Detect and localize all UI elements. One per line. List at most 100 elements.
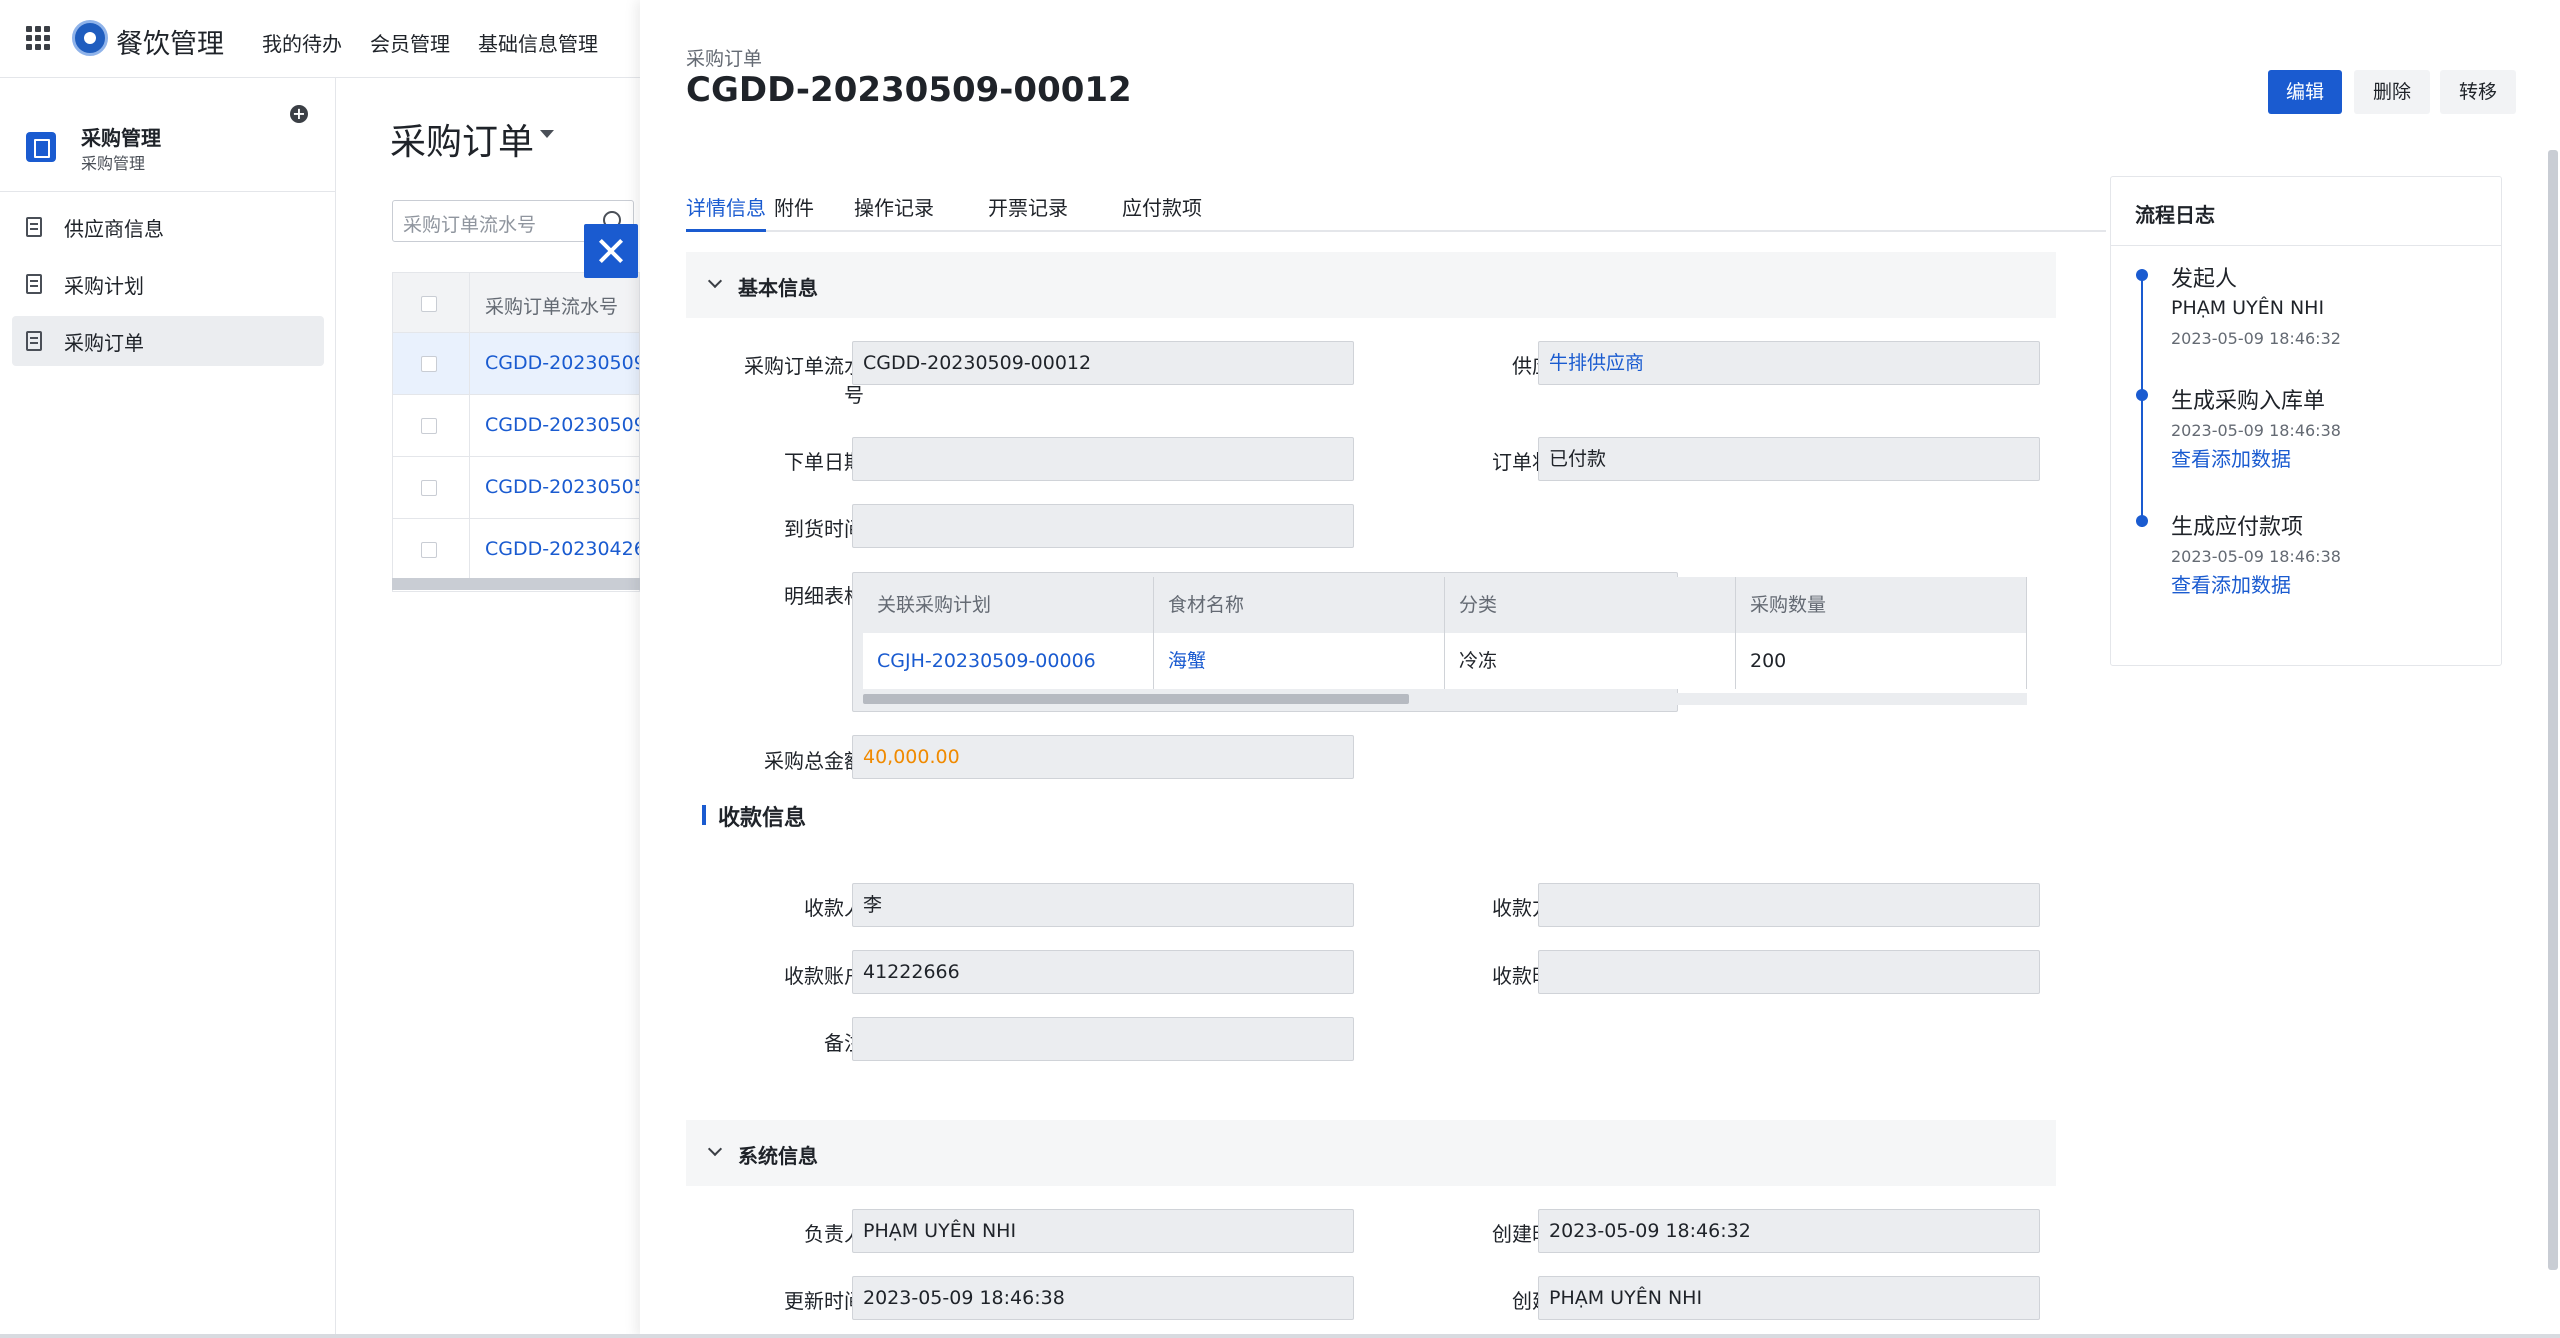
order-link[interactable]: CGDD-20230426... bbox=[485, 538, 639, 560]
category-cell: 冷冻 bbox=[1445, 633, 1736, 689]
arrival-time-field[interactable] bbox=[852, 504, 1354, 548]
log-entry-title: 发起人 bbox=[2171, 267, 2238, 292]
section-payee-info: 收款信息 bbox=[718, 806, 807, 831]
order-link[interactable]: CGDD-20230505- bbox=[485, 476, 639, 498]
created-time-field[interactable]: 2023-05-09 18:46:32 bbox=[1538, 1209, 2040, 1253]
table-row[interactable]: CGDD-20230509... bbox=[393, 395, 639, 457]
payee-label: 收款人 bbox=[804, 896, 864, 920]
payment-method-field[interactable] bbox=[1538, 883, 2040, 927]
delete-button[interactable]: 删除 bbox=[2354, 70, 2430, 114]
process-log-panel: 流程日志 发起人 PHẠM UYÊN NHI 2023-05-09 18:46:… bbox=[2110, 176, 2502, 666]
row-checkbox[interactable] bbox=[421, 480, 437, 496]
add-icon[interactable]: + bbox=[290, 105, 308, 123]
sidebar-item-orders[interactable]: 采购订单 bbox=[12, 316, 324, 366]
sidebar-item-plans[interactable]: 采购计划 bbox=[12, 259, 324, 309]
close-icon[interactable] bbox=[584, 224, 638, 278]
total-amount-field[interactable]: 40,000.00 bbox=[852, 735, 1354, 779]
payee-account-field[interactable]: 41222666 bbox=[852, 950, 1354, 994]
tab-attachments[interactable]: 附件 bbox=[774, 192, 814, 232]
list-scrollbar[interactable] bbox=[392, 578, 640, 590]
tab-invoices[interactable]: 开票记录 bbox=[988, 192, 1068, 232]
note-label: 备注 bbox=[824, 1031, 864, 1055]
order-status-field[interactable]: 已付款 bbox=[1538, 437, 2040, 481]
app-logo-icon bbox=[72, 20, 108, 56]
nav-item-todo[interactable]: 我的待办 bbox=[262, 28, 342, 57]
app-grid-icon[interactable] bbox=[26, 26, 50, 50]
transfer-button[interactable]: 转移 bbox=[2440, 70, 2516, 114]
chevron-down-icon[interactable] bbox=[707, 1141, 723, 1157]
table-row[interactable]: CGDD-20230509... bbox=[393, 333, 639, 395]
table-row[interactable]: CGDD-20230505- bbox=[393, 457, 639, 519]
table-row[interactable]: CGDD-20230426... bbox=[393, 519, 639, 581]
record-title: CGDD-20230509-00012 bbox=[686, 70, 1132, 110]
section-marker bbox=[702, 805, 706, 825]
order-no-field[interactable]: CGDD-20230509-00012 bbox=[852, 341, 1354, 385]
sidebar-header: 采购管理 采购管理 + bbox=[0, 78, 336, 192]
quantity-cell: 200 bbox=[1736, 633, 2027, 689]
nav-item-members[interactable]: 会员管理 bbox=[370, 28, 450, 57]
timeline-line bbox=[2141, 277, 2143, 527]
note-field[interactable] bbox=[852, 1017, 1354, 1061]
column-header: 采购订单流水号 bbox=[485, 296, 619, 318]
search-placeholder: 采购订单流水号 bbox=[403, 214, 537, 236]
view-added-data-link[interactable]: 查看添加数据 bbox=[2171, 443, 2291, 472]
timeline-dot bbox=[2136, 389, 2148, 401]
payee-field[interactable]: 李 bbox=[852, 883, 1354, 927]
timeline-dot bbox=[2136, 269, 2148, 281]
payee-account-label: 收款账户 bbox=[784, 964, 864, 988]
app-name: 餐饮管理 bbox=[116, 29, 224, 60]
detail-table-header: 关联采购计划 食材名称 分类 采购数量 bbox=[863, 577, 2027, 633]
sidebar-item-suppliers[interactable]: 供应商信息 bbox=[12, 202, 324, 252]
detail-table-field: 关联采购计划 食材名称 分类 采购数量 CGJH-20230509-00006 … bbox=[852, 572, 2027, 712]
list-title[interactable]: 采购订单 bbox=[390, 113, 534, 165]
tab-details[interactable]: 详情信息 bbox=[686, 192, 766, 232]
edit-button[interactable]: 编辑 bbox=[2268, 70, 2342, 114]
order-link[interactable]: CGDD-20230509... bbox=[485, 352, 639, 374]
log-entry-title: 生成采购入库单 bbox=[2171, 389, 2326, 414]
tab-payables[interactable]: 应付款项 bbox=[1122, 192, 1202, 232]
tab-operation-log[interactable]: 操作记录 bbox=[854, 192, 934, 232]
breadcrumb: 采购订单 bbox=[686, 48, 763, 70]
bottom-divider bbox=[0, 1334, 2560, 1338]
section-basic-info[interactable]: 基本信息 bbox=[686, 252, 2056, 318]
order-list-table: 采购订单流水号 CGDD-20230509... CGDD-20230509..… bbox=[392, 272, 640, 592]
total-amount-label: 采购总金额 bbox=[764, 749, 864, 773]
row-checkbox[interactable] bbox=[421, 542, 437, 558]
order-link[interactable]: CGDD-20230509... bbox=[485, 414, 639, 436]
section-title: 系统信息 bbox=[738, 1144, 818, 1168]
view-added-data-link[interactable]: 查看添加数据 bbox=[2171, 569, 2291, 598]
payment-time-field[interactable] bbox=[1538, 950, 2040, 994]
supplier-field[interactable]: 牛排供应商 bbox=[1538, 341, 2040, 385]
module-icon bbox=[26, 132, 56, 162]
column-header: 食材名称 bbox=[1154, 577, 1445, 633]
ingredient-link[interactable]: 海蟹 bbox=[1154, 633, 1445, 689]
creator-field[interactable]: PHẠM UYÊN NHI bbox=[1538, 1276, 2040, 1320]
row-checkbox[interactable] bbox=[421, 356, 437, 372]
plan-link[interactable]: CGJH-20230509-00006 bbox=[863, 633, 1154, 689]
section-title: 基本信息 bbox=[738, 276, 818, 300]
sidebar-item-label: 采购订单 bbox=[64, 330, 144, 355]
log-entry-user: PHẠM UYÊN NHI bbox=[2171, 297, 2325, 319]
sidebar-title: 采购管理 bbox=[81, 126, 161, 150]
updated-time-label: 更新时间 bbox=[784, 1289, 864, 1313]
owner-label: 负责人 bbox=[804, 1222, 864, 1246]
order-date-field[interactable] bbox=[852, 437, 1354, 481]
top-nav: 我的待办 会员管理 基础信息管理 bbox=[262, 28, 598, 57]
log-entry-time: 2023-05-09 18:46:32 bbox=[2171, 329, 2341, 348]
select-all-checkbox[interactable] bbox=[421, 296, 437, 312]
row-checkbox[interactable] bbox=[421, 418, 437, 434]
table-header: 采购订单流水号 bbox=[393, 273, 639, 333]
detail-drawer: 采购订单 CGDD-20230509-00012 编辑 删除 转移 详情信息 附… bbox=[640, 0, 2560, 1338]
updated-time-field[interactable]: 2023-05-09 18:46:38 bbox=[852, 1276, 1354, 1320]
document-icon bbox=[26, 331, 42, 351]
nav-item-basic-info[interactable]: 基础信息管理 bbox=[478, 28, 598, 57]
section-system-info[interactable]: 系统信息 bbox=[686, 1120, 2056, 1186]
chevron-down-icon[interactable] bbox=[707, 273, 723, 289]
chevron-down-icon[interactable] bbox=[540, 130, 554, 138]
log-entry-time: 2023-05-09 18:46:38 bbox=[2171, 421, 2341, 440]
order-date-label: 下单日期 bbox=[784, 450, 864, 474]
drawer-scrollbar[interactable] bbox=[2548, 150, 2558, 1270]
owner-field[interactable]: PHẠM UYÊN NHI bbox=[852, 1209, 1354, 1253]
log-entry-title: 生成应付款项 bbox=[2171, 515, 2304, 540]
detail-table-scrollbar[interactable] bbox=[863, 694, 1409, 704]
